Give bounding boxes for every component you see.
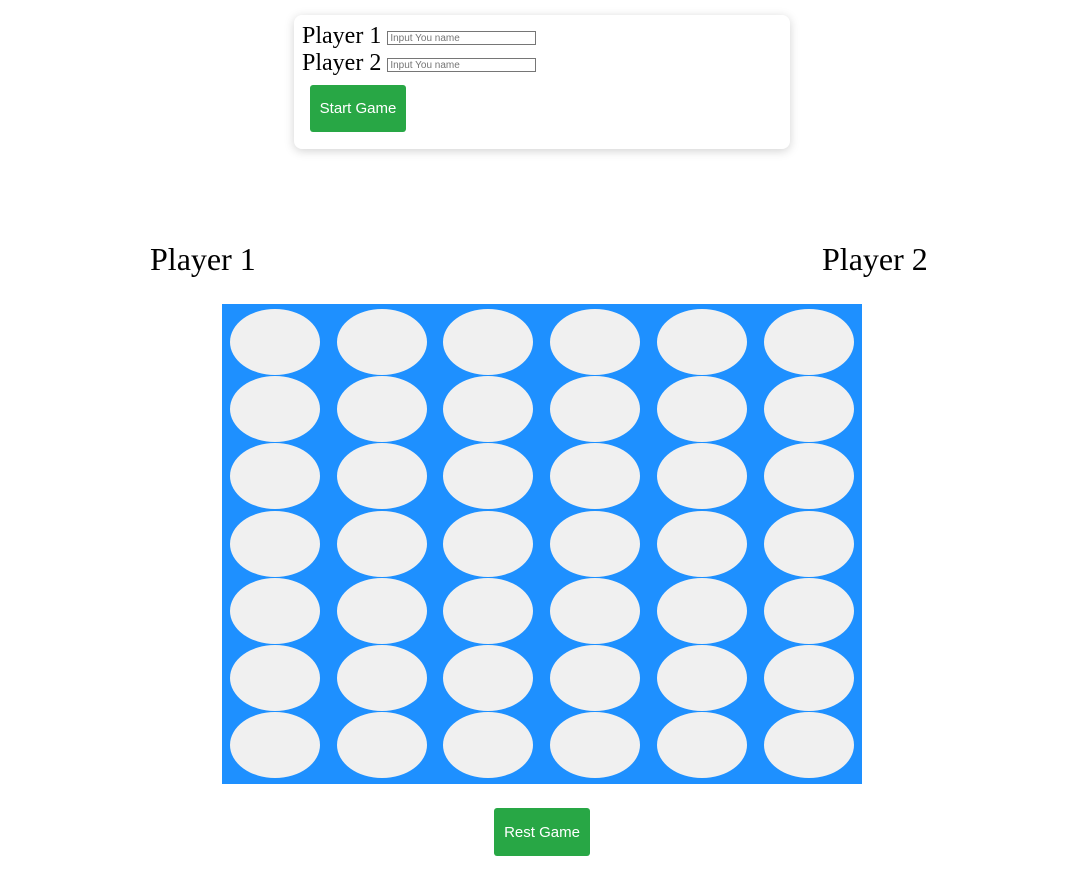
scoreboard-player2: Player 2 <box>822 241 928 277</box>
board-cell[interactable] <box>337 712 427 778</box>
board-cell[interactable] <box>764 376 854 442</box>
board-cell[interactable] <box>230 376 320 442</box>
board-cell[interactable] <box>657 443 747 509</box>
player-setup-card: Player 1 Player 2 Start Game <box>294 15 790 149</box>
board-cell[interactable] <box>337 578 427 644</box>
board-cell[interactable] <box>230 645 320 711</box>
board-cell[interactable] <box>657 309 747 375</box>
board-cell[interactable] <box>657 712 747 778</box>
start-game-button[interactable]: Start Game <box>310 85 406 132</box>
scoreboard-player1: Player 1 <box>150 241 256 277</box>
board-cell[interactable] <box>337 443 427 509</box>
board-cell[interactable] <box>550 645 640 711</box>
board-cell[interactable] <box>764 443 854 509</box>
board-cell[interactable] <box>764 511 854 577</box>
board-cell[interactable] <box>443 376 533 442</box>
board-cell[interactable] <box>657 578 747 644</box>
board-cell[interactable] <box>657 376 747 442</box>
player2-row: Player 2 <box>302 50 537 76</box>
board-cell[interactable] <box>337 645 427 711</box>
board-cell[interactable] <box>764 712 854 778</box>
player1-label: Player 1 <box>302 23 382 49</box>
board-cell[interactable] <box>550 443 640 509</box>
board-cell[interactable] <box>443 309 533 375</box>
board-cell[interactable] <box>337 309 427 375</box>
game-board <box>222 304 862 784</box>
player1-name-input[interactable] <box>387 31 537 45</box>
player1-row: Player 1 <box>302 23 537 49</box>
board-cell[interactable] <box>550 376 640 442</box>
board-cell[interactable] <box>443 645 533 711</box>
board-cell[interactable] <box>550 712 640 778</box>
board-cell[interactable] <box>443 578 533 644</box>
board-cell[interactable] <box>764 309 854 375</box>
player2-name-input[interactable] <box>387 58 537 72</box>
reset-game-button[interactable]: Rest Game <box>494 808 590 856</box>
board-cell[interactable] <box>230 309 320 375</box>
board-cell[interactable] <box>230 443 320 509</box>
board-cell[interactable] <box>657 645 747 711</box>
board-cell[interactable] <box>337 511 427 577</box>
board-cell[interactable] <box>764 578 854 644</box>
board-cell[interactable] <box>443 443 533 509</box>
board-cell[interactable] <box>657 511 747 577</box>
board-cell[interactable] <box>550 578 640 644</box>
board-cell[interactable] <box>337 376 427 442</box>
board-cell[interactable] <box>764 645 854 711</box>
board-cell[interactable] <box>550 511 640 577</box>
board-cell[interactable] <box>443 511 533 577</box>
board-cell[interactable] <box>230 511 320 577</box>
board-cell[interactable] <box>230 578 320 644</box>
player2-label: Player 2 <box>302 50 382 76</box>
board-cell[interactable] <box>443 712 533 778</box>
board-cell[interactable] <box>230 712 320 778</box>
board-cell[interactable] <box>550 309 640 375</box>
